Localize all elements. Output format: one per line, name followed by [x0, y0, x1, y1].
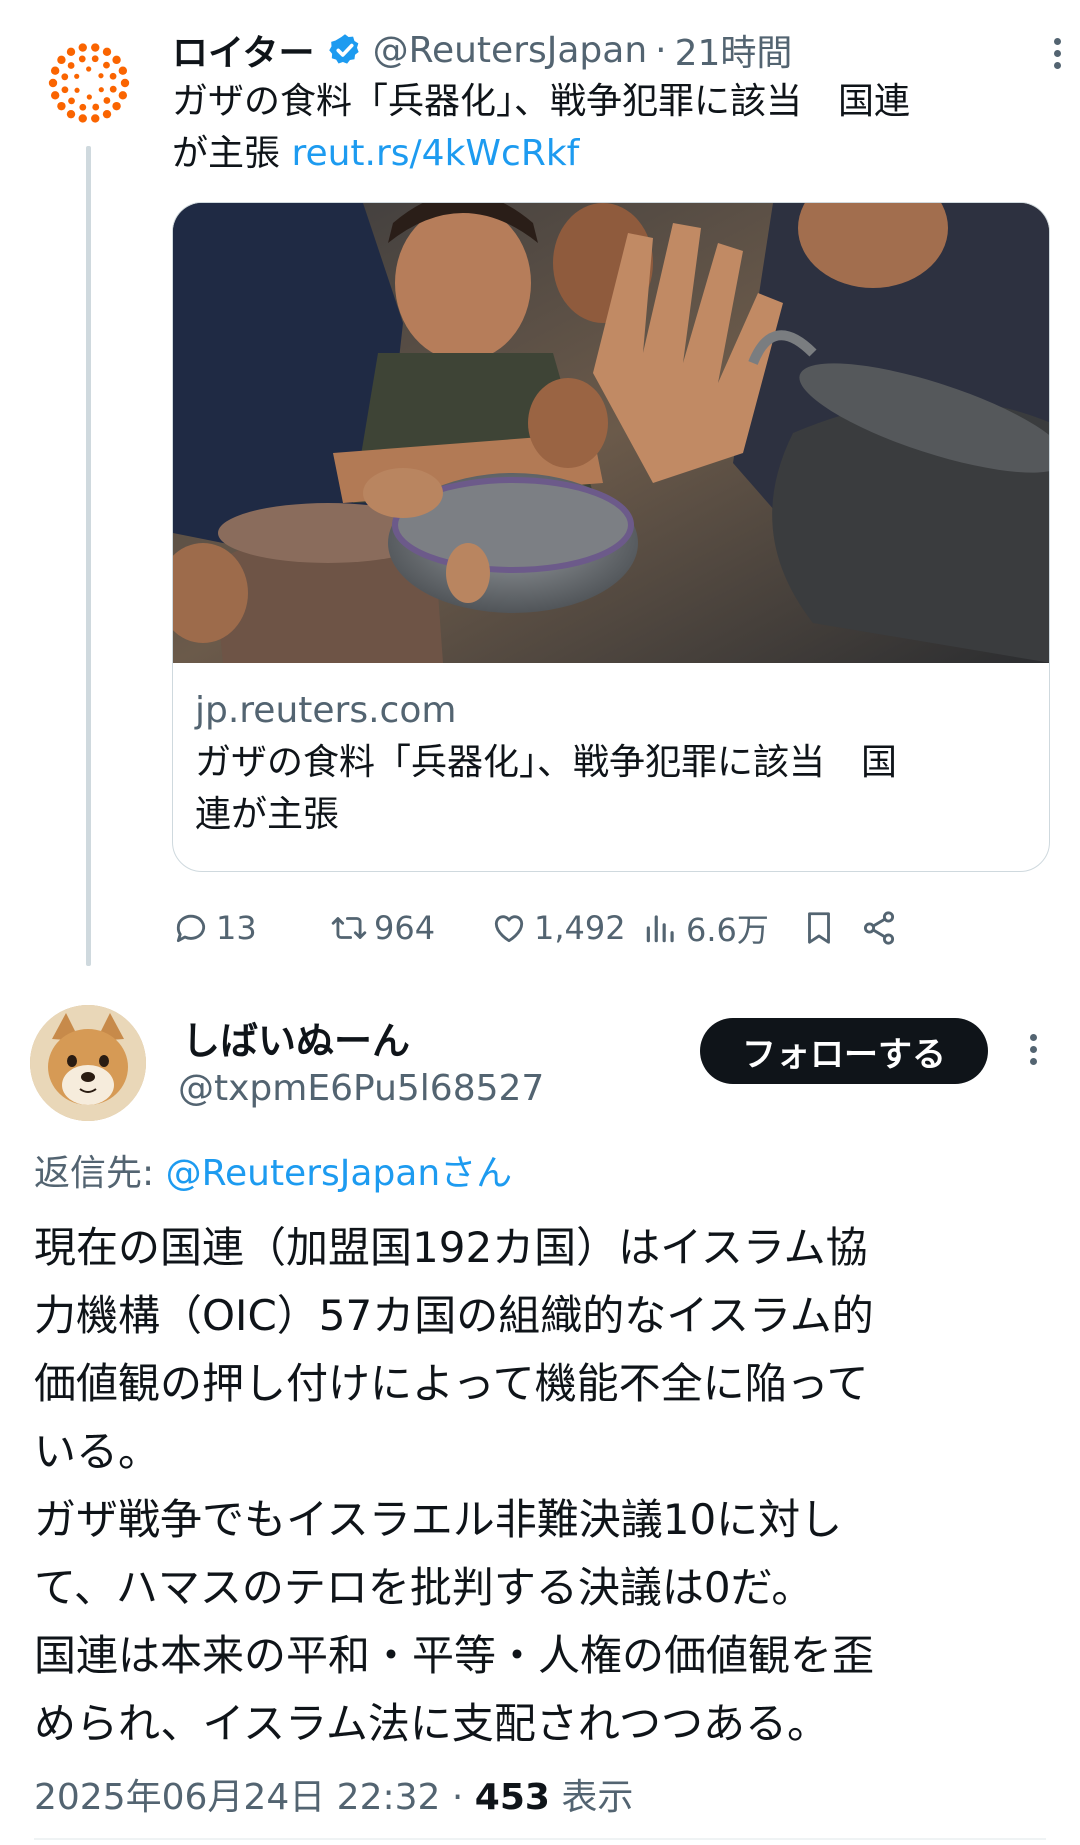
logo-dot [118, 66, 128, 75]
logo-dot [61, 86, 69, 94]
card-title-line-2: 連が主張 [195, 794, 340, 835]
heart-icon [494, 915, 524, 943]
reply-icon [176, 914, 206, 943]
tweet-action-bar: 13 964 1,492 6.6万 [172, 900, 1052, 956]
views-count: 6.6万 [686, 911, 769, 949]
views-button[interactable]: 6.6万 [642, 900, 769, 956]
article-photo [173, 203, 1049, 663]
reply-to-handle-link[interactable]: @ReutersJapanさん [166, 1153, 513, 1194]
logo-dot [86, 66, 92, 72]
logo-dot [102, 109, 112, 119]
parent-author-handle[interactable]: @ReutersJapan [373, 30, 648, 71]
shiba-inu-avatar-icon [30, 1005, 146, 1121]
reply-to-prefix: 返信先: [34, 1153, 166, 1194]
logo-dot [98, 73, 104, 79]
parent-author-name[interactable]: ロイター [172, 24, 315, 76]
reuters-dots-logo-icon [48, 43, 130, 123]
reply-count: 13 [216, 909, 257, 947]
logo-dot [74, 73, 80, 79]
logo-dot [66, 47, 76, 57]
reply-to-line: 返信先: @ReutersJapanさん [34, 1144, 512, 1196]
reply-text-line: 価値観の押し付けによって機能不全に陥って [34, 1359, 869, 1408]
meta-separator: · [440, 1777, 475, 1818]
logo-dot [118, 91, 128, 100]
logo-dot [67, 62, 75, 69]
logo-dot [50, 66, 60, 75]
reply-text-line: められ、イスラム法に支配されつつある。 [34, 1699, 830, 1748]
reply-text-line: て、ハマスのテロを批判する決議は0だ。 [34, 1563, 814, 1612]
retweet-count: 964 [374, 909, 436, 947]
parent-tweet-time[interactable]: 21時間 [675, 24, 793, 76]
reply-text-line: 力機構（OIC）57カ国の組織的なイスラム的 [34, 1291, 874, 1340]
parent-tweet-header: ロイター @ReutersJapan · 21時間 [172, 24, 1052, 76]
logo-dot [68, 97, 75, 105]
logo-dot [91, 55, 99, 63]
logo-dot [92, 103, 100, 111]
reply-author-name[interactable]: しばいぬーん [182, 1010, 410, 1065]
logo-dot [57, 101, 66, 111]
parent-tweet[interactable]: ロイター @ReutersJapan · 21時間 ガザの食料「兵器化」、戦争犯… [0, 0, 1080, 990]
reply-text-line: いる。 [34, 1427, 161, 1476]
avatar[interactable] [30, 1005, 146, 1121]
card-title: ガザの食料「兵器化」、戦争犯罪に該当 国 連が主張 [195, 737, 1027, 841]
follow-button[interactable]: フォローする [700, 1018, 988, 1084]
retweet-icon [331, 917, 367, 939]
reply-text-line: 国連は本来の平和・平等・人権の価値観を歪 [34, 1631, 875, 1680]
logo-dot [98, 87, 104, 93]
reply-timestamp[interactable]: 2025年06月24日 22:32 [34, 1777, 440, 1818]
reply-author-handle[interactable]: @txpmE6Pu5l68527 [178, 1068, 544, 1109]
logo-dot [57, 55, 66, 65]
logo-dot [48, 78, 58, 88]
logo-dot [50, 91, 60, 100]
logo-dot [79, 103, 87, 111]
reply-views-label: 表示 [549, 1777, 634, 1818]
reuters-logo-avatar[interactable] [46, 40, 132, 126]
share-button[interactable] [860, 900, 904, 956]
reply-text-line: 現在の国連（加盟国192カ国）はイスラム協 [34, 1223, 868, 1272]
logo-dot [103, 61, 110, 69]
reply-views-count: 453 [474, 1777, 550, 1818]
logo-dot [91, 43, 100, 52]
logo-dot [66, 109, 76, 119]
more-vertical-icon[interactable] [1018, 1030, 1048, 1072]
logo-dot [74, 87, 80, 93]
parent-text-line-1: ガザの食料「兵器化」、戦争犯罪に該当 国連 [172, 81, 911, 122]
logo-dot [61, 73, 69, 81]
share-icon [863, 911, 895, 945]
article-link[interactable]: reut.rs/4kWcRkf [291, 133, 579, 174]
logo-dot [102, 47, 112, 57]
logo-dot [103, 97, 111, 104]
reply-tweet-text: 現在の国連（加盟国192カ国）はイスラム協 力機構（OIC）57カ国の組織的なイ… [34, 1214, 1064, 1758]
card-title-line-1: ガザの食料「兵器化」、戦争犯罪に該当 国 [195, 742, 898, 783]
bookmark-button[interactable] [800, 900, 844, 956]
reply-text-line: ガザ戦争でもイスラエル非難決議10に対し [34, 1495, 843, 1544]
thread-connector-line [86, 146, 91, 966]
logo-dot [86, 94, 92, 100]
retweet-button[interactable]: 964 [330, 900, 435, 956]
logo-dot [112, 101, 121, 111]
logo-dot [78, 55, 86, 63]
parent-tweet-text: ガザの食料「兵器化」、戦争犯罪に該当 国連 が主張 reut.rs/4kWcRk… [172, 76, 1052, 180]
logo-dot [120, 78, 130, 88]
header-separator: · [655, 29, 667, 71]
reply-button[interactable]: 13 [172, 900, 257, 956]
verified-badge-icon [328, 34, 359, 64]
parent-text-line-2: が主張 [172, 133, 292, 174]
logo-dot [109, 72, 117, 80]
like-button[interactable]: 1,492 [490, 900, 626, 956]
more-vertical-icon[interactable] [1042, 34, 1072, 74]
divider [34, 1838, 1046, 1840]
reply-meta: 2025年06月24日 22:32 · 453 表示 [34, 1768, 633, 1820]
logo-dot [78, 114, 87, 123]
link-preview-card[interactable]: jp.reuters.com ガザの食料「兵器化」、戦争犯罪に該当 国 連が主張 [172, 202, 1050, 872]
article-photo-illustration [173, 203, 1049, 663]
logo-dot [78, 43, 87, 52]
views-chart-icon [646, 915, 674, 943]
logo-dot [112, 55, 121, 65]
logo-dot [109, 85, 117, 93]
card-domain: jp.reuters.com [195, 690, 457, 731]
logo-dot [91, 114, 100, 123]
bookmark-icon [808, 912, 830, 944]
like-count: 1,492 [534, 909, 626, 947]
